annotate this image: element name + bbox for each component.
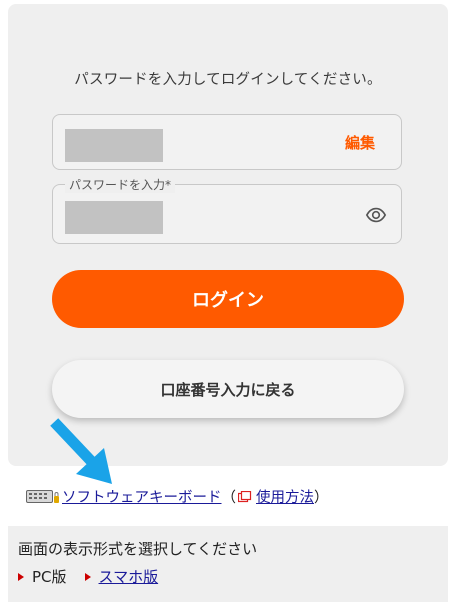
usage-link[interactable]: 使用方法: [256, 486, 314, 507]
login-instruction: パスワードを入力してログインしてください。: [74, 72, 382, 88]
display-mode-options: PC版 スマホ版: [18, 566, 176, 587]
keyboard-icon: [26, 489, 59, 503]
display-mode-box: 画面の表示形式を選択してください PC版 スマホ版: [8, 526, 448, 602]
pc-label: PC版: [32, 568, 67, 586]
manual-icon: [238, 490, 252, 502]
smartphone-link[interactable]: スマホ版: [99, 566, 159, 587]
password-field[interactable]: パスワードを入力*: [52, 176, 402, 244]
display-mode-title: 画面の表示形式を選択してください: [18, 540, 258, 558]
pc-option: PC版: [18, 566, 67, 587]
edit-account-link[interactable]: 編集: [345, 132, 375, 153]
paren-open: （: [221, 490, 237, 506]
login-card: パスワードを入力してログインしてください。 編集 パスワードを入力* ログイン …: [8, 4, 448, 466]
pointer-arrow: [50, 418, 112, 484]
software-keyboard-row: ソフトウェアキーボード （ 使用方法 ）: [26, 486, 329, 507]
eye-icon[interactable]: [365, 204, 387, 226]
masked-password-value: [65, 201, 163, 234]
password-label: パスワードを入力*: [65, 176, 176, 193]
account-field: 編集: [52, 114, 402, 170]
masked-account-number: [65, 129, 163, 162]
smartphone-option[interactable]: スマホ版: [84, 566, 159, 587]
bullet-triangle-icon: [84, 572, 91, 581]
software-keyboard-link[interactable]: ソフトウェアキーボード: [62, 486, 222, 507]
login-button[interactable]: ログイン: [52, 270, 404, 328]
bullet-triangle-icon: [18, 572, 24, 581]
back-to-account-button[interactable]: 口座番号入力に戻る: [52, 360, 404, 418]
paren-close: ）: [314, 490, 329, 506]
